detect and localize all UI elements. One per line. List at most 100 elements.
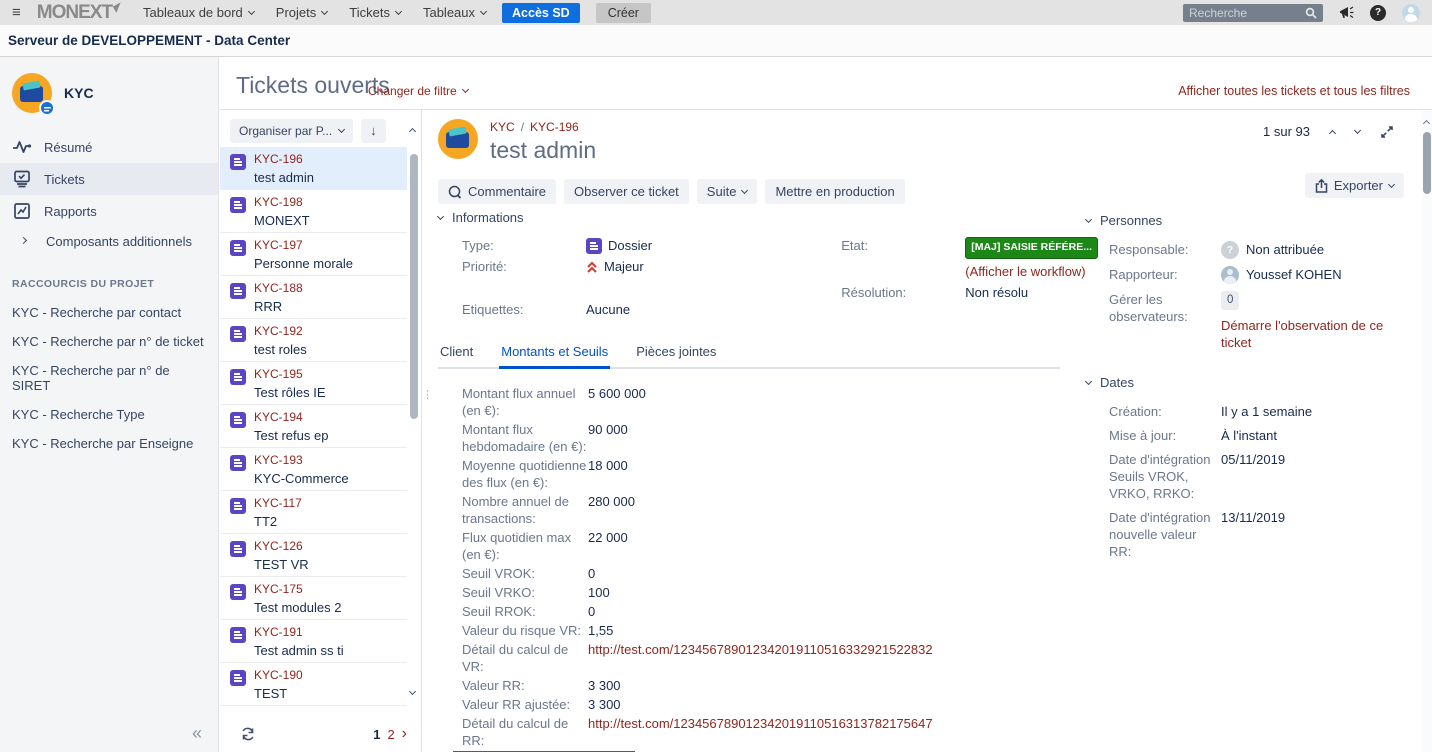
ticket-list-item[interactable]: KYC-196 test admin: [220, 147, 407, 190]
list-footer: 1 2 ›: [220, 716, 421, 752]
menu-item[interactable]: Projets: [276, 5, 327, 20]
search-input[interactable]: [1189, 6, 1301, 20]
help-icon[interactable]: ?: [1370, 5, 1386, 21]
watch-ticket-button[interactable]: Observer ce ticket: [564, 179, 689, 204]
page-scrollbar-thumb[interactable]: [1423, 132, 1431, 194]
ticket-list-item[interactable]: KYC-194 Test refus ep: [220, 405, 407, 448]
collapse-sidebar-icon[interactable]: «: [192, 723, 202, 744]
transition-button[interactable]: Mettre en production: [765, 179, 904, 204]
integration-date-value: 05/11/2019: [1221, 451, 1432, 502]
sidebar-item-composants-additionnels[interactable]: Composants additionnels: [0, 227, 218, 256]
state-label: Etat:: [841, 237, 965, 259]
sidebar-item-resume[interactable]: Résumé: [0, 131, 218, 163]
assignee-label: Responsable:: [1109, 241, 1221, 259]
section-collapse-icon: [437, 212, 444, 219]
field-row: Valeur du risque VR: 1,55: [462, 622, 1098, 639]
ticket-list-item[interactable]: KYC-193 KYC-Commerce: [220, 448, 407, 491]
hamburger-menu-icon[interactable]: ≡: [12, 4, 21, 21]
labels-value: Aucune: [586, 301, 630, 318]
people-section-header[interactable]: Personnes: [1086, 213, 1432, 228]
ticket-texts: KYC-191 Test admin ss ti: [254, 626, 344, 657]
ticket-list-item[interactable]: KYC-117 TT2: [220, 491, 407, 534]
ticket-texts: KYC-195 Test rôles IE: [254, 368, 326, 399]
panel-resize-grip[interactable]: ⋮: [422, 393, 426, 398]
scroll-down-icon[interactable]: [409, 688, 416, 695]
chart-report-icon: [12, 202, 32, 220]
next-ticket-icon[interactable]: [1354, 126, 1361, 133]
pager-controls: 1 sur 93: [1263, 124, 1394, 139]
ticket-list-item[interactable]: KYC-188 RRR: [220, 276, 407, 319]
refresh-icon[interactable]: [240, 726, 256, 742]
shortcut-link[interactable]: KYC - Recherche par contact: [0, 298, 218, 327]
expand-icon[interactable]: [1380, 125, 1394, 139]
start-watching-link[interactable]: Démarre l'observation de ce ticket: [1221, 317, 1411, 351]
detail-right-panel: Personnes Responsable: ? Non attribuée R…: [1086, 213, 1432, 567]
type-field: Type: Dossier: [462, 237, 841, 254]
more-actions-button[interactable]: Suite: [697, 179, 758, 204]
ticket-list-item[interactable]: KYC-190 TEST: [220, 663, 407, 706]
scroll-up-icon[interactable]: [409, 128, 416, 135]
ticket-list-item[interactable]: KYC-192 test roles: [220, 319, 407, 362]
acces-sd-button[interactable]: Accès SD: [502, 3, 580, 23]
list-scrollbar[interactable]: [409, 114, 419, 712]
resolution-label: Résolution:: [841, 284, 965, 301]
monext-logo[interactable]: MONEXT: [37, 3, 123, 22]
shortcut-link[interactable]: KYC - Recherche par Enseigne: [0, 429, 218, 458]
ticket-list-item[interactable]: KYC-198 MONEXT: [220, 190, 407, 233]
project-header[interactable]: KYC: [0, 57, 218, 123]
dates-section-header[interactable]: Dates: [1086, 375, 1432, 390]
pagination-next-icon[interactable]: ›: [402, 728, 407, 740]
created-value: Il y a 1 semaine: [1221, 403, 1432, 420]
field-label: Valeur du risque VR:: [462, 622, 588, 639]
ticket-list-item[interactable]: KYC-126 TEST VR: [220, 534, 407, 577]
pagination-page-1[interactable]: 1: [373, 727, 380, 742]
status-badge: [MAJ] SAISIE RÉFÉRE...: [965, 237, 1098, 259]
field-label: Montant flux hebdomadaire (en €):: [462, 421, 588, 455]
sidebar-item-tickets[interactable]: Tickets: [0, 163, 218, 195]
sort-direction-button[interactable]: ↓: [361, 119, 386, 143]
user-avatar[interactable]: [1402, 4, 1420, 22]
export-button[interactable]: Exporter: [1305, 173, 1404, 198]
scroll-up-icon[interactable]: [1423, 120, 1430, 127]
ticket-list-item[interactable]: KYC-197 Personne morale: [220, 233, 407, 276]
tab[interactable]: Client: [438, 344, 475, 369]
comment-button[interactable]: Commentaire: [438, 179, 556, 204]
field-value: http://test.com/123456789012342019110516…: [588, 715, 933, 749]
page-scrollbar[interactable]: [1422, 110, 1432, 752]
ticket-list-item[interactable]: KYC-195 Test rôles IE: [220, 362, 407, 405]
breadcrumb-project-link[interactable]: KYC: [490, 120, 515, 134]
sidebar-item-rapports[interactable]: Rapports: [0, 195, 218, 227]
tab[interactable]: Pièces jointes: [634, 344, 718, 369]
shortcut-link[interactable]: KYC - Recherche par n° de SIRET: [0, 356, 218, 400]
change-filter-link[interactable]: Changer de filtre: [368, 84, 468, 98]
ticket-texts: KYC-196 test admin: [254, 153, 314, 184]
menu-item[interactable]: Tableaux: [423, 5, 486, 20]
field-row: Montant flux hebdomadaire (en €): 90 000: [462, 421, 1098, 455]
list-scrollbar-thumb[interactable]: [410, 154, 418, 419]
organize-by-dropdown[interactable]: Organiser par P...: [230, 119, 353, 143]
reporter-value[interactable]: Youssef KOHEN: [1246, 266, 1342, 283]
announcements-icon[interactable]: [1339, 6, 1354, 19]
previous-ticket-icon[interactable]: [1329, 129, 1336, 136]
menu-item[interactable]: Tickets: [349, 5, 401, 20]
ticket-key: KYC-192: [254, 325, 307, 338]
labels-label: Etiquettes:: [462, 301, 586, 318]
informations-section-header[interactable]: Informations: [438, 210, 1098, 225]
integration-date-field: Date d'intégration Seuils VROK, VRKO, RR…: [1109, 451, 1432, 502]
ticket-list-item[interactable]: KYC-191 Test admin ss ti: [220, 620, 407, 663]
show-all-filters-link[interactable]: Afficher toutes les tickets et tous les …: [1178, 84, 1410, 98]
ticket-list-item[interactable]: KYC-175 Test modules 2: [220, 577, 407, 620]
tab[interactable]: Montants et Seuils: [499, 344, 610, 369]
field-row: Montant flux annuel (en €): 5 600 000: [462, 385, 1098, 419]
shortcut-link[interactable]: KYC - Recherche par n° de ticket: [0, 327, 218, 356]
shortcut-link[interactable]: KYC - Recherche Type: [0, 400, 218, 429]
resolution-value: Non résolu: [965, 284, 1028, 301]
show-workflow-link[interactable]: (Afficher le workflow): [965, 263, 1085, 280]
search-box[interactable]: [1183, 4, 1323, 22]
pagination-page-2[interactable]: 2: [387, 727, 394, 742]
field-label: Détail du calcul de VR:: [462, 641, 588, 675]
breadcrumb-ticket-link[interactable]: KYC-196: [530, 120, 579, 134]
menu-item[interactable]: Tableaux de bord: [143, 5, 254, 20]
montants-fields: Montant flux annuel (en €): 5 600 000 Mo…: [438, 385, 1098, 752]
create-button[interactable]: Créer: [596, 3, 651, 23]
